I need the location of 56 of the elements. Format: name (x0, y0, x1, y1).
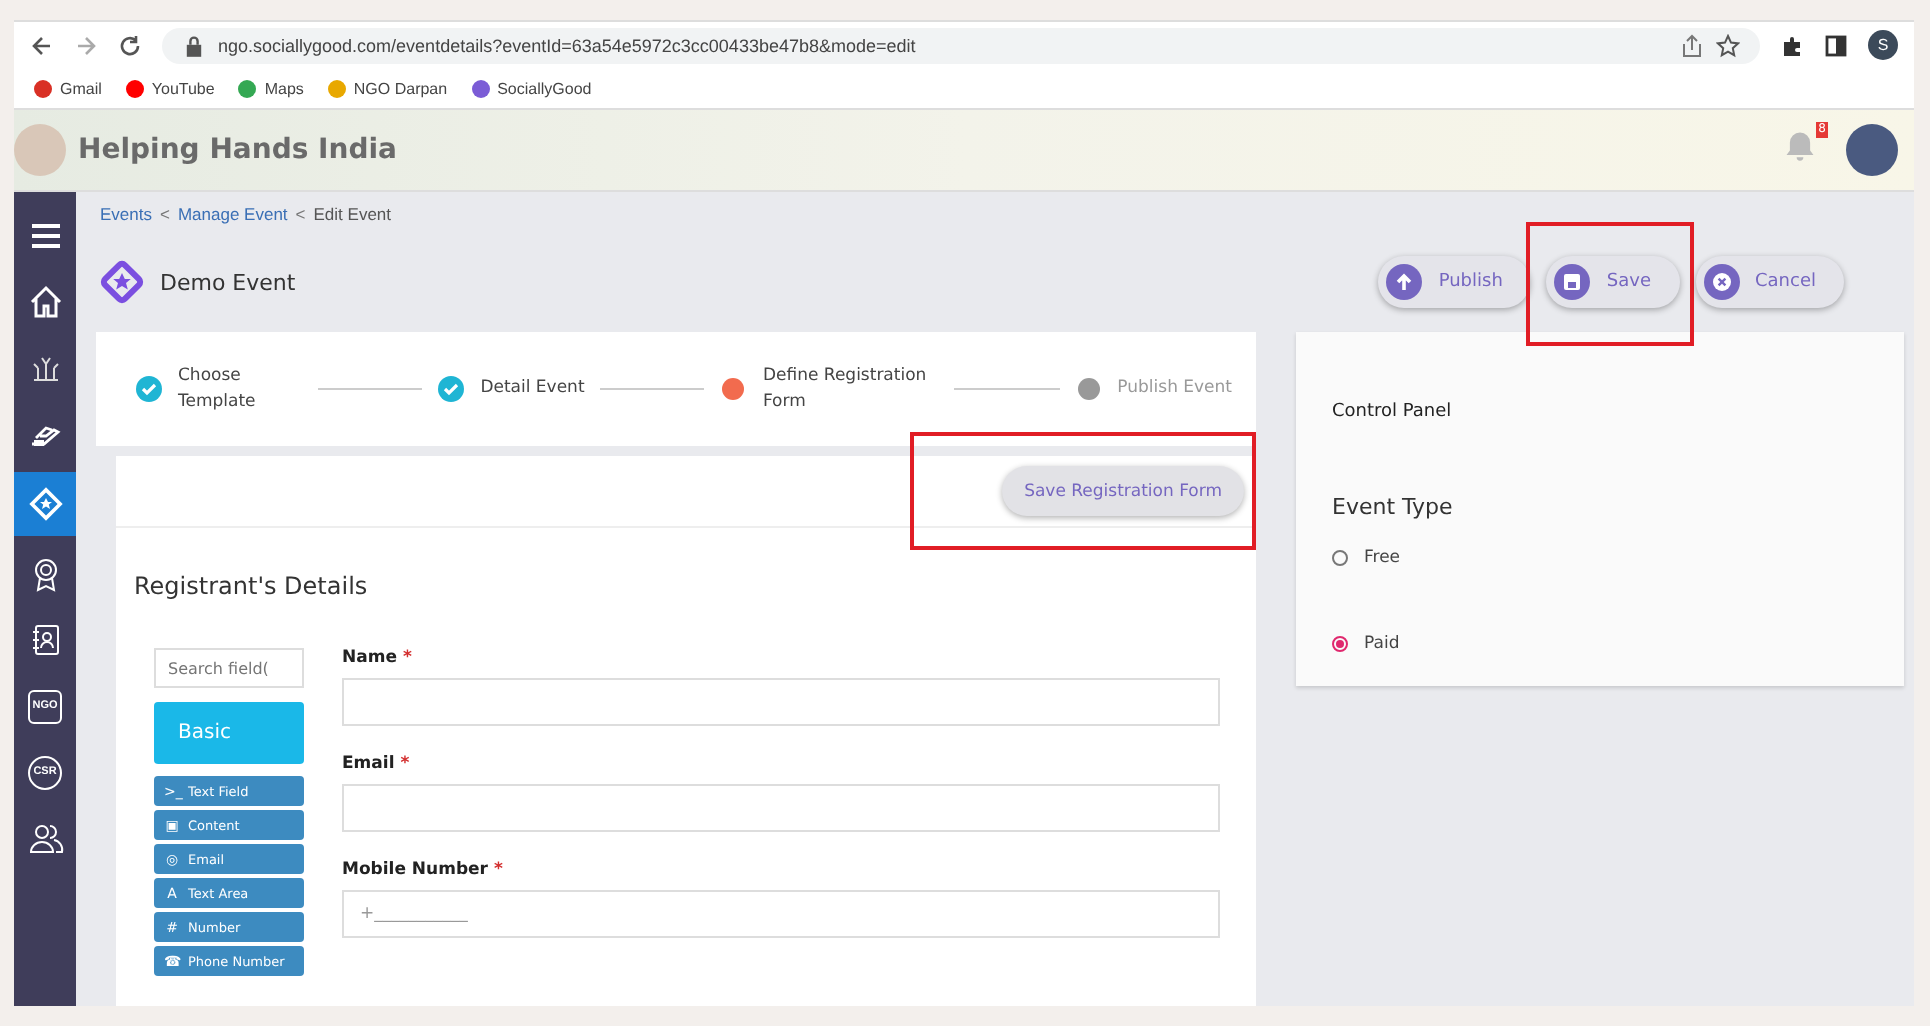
input-field[interactable] (342, 678, 1220, 726)
star-diamond-icon (27, 486, 63, 522)
reload-icon (118, 33, 142, 57)
contact-book-icon (27, 622, 63, 658)
field-label: Name * (342, 648, 414, 668)
lock-icon (182, 33, 206, 57)
breadcrumb-separator: < (295, 204, 306, 224)
step-label: Publish Event (1117, 376, 1233, 402)
bookmark-link[interactable]: Gmail (34, 79, 102, 97)
star-icon (1716, 33, 1740, 57)
section-title: Registrant's Details (134, 572, 370, 600)
step-label: Choose Template (178, 363, 258, 415)
menu-icon (27, 218, 63, 254)
people-icon (27, 820, 63, 856)
puzzle-icon (1780, 33, 1804, 57)
breadcrumb-current: Edit Event (313, 204, 392, 224)
bookmark-link[interactable]: SociallyGood (471, 79, 592, 97)
search-field[interactable]: Search field( (154, 648, 304, 688)
url-text: ngo.sociallygood.com/eventdetails?eventId=63a54e5972c3cc00433be47b8&mode=edit (218, 35, 916, 55)
save-registration-form-button[interactable]: Save Registration Form (1002, 466, 1244, 517)
panel-title: Control Panel (1332, 402, 1454, 422)
radio-option[interactable]: Free (1332, 548, 1401, 568)
breadcrumb-link[interactable]: Manage Event (177, 204, 288, 224)
home-icon (27, 284, 63, 320)
input-field[interactable]: +___________ (342, 890, 1220, 938)
breadcrumb-link[interactable]: Events (100, 204, 152, 224)
event-type-heading: Event Type (1332, 494, 1455, 520)
forward-arrow-icon (74, 33, 98, 57)
close-icon (1703, 264, 1739, 300)
event-title: Demo Event (160, 269, 298, 295)
save-button[interactable]: Save (1546, 256, 1679, 308)
field-label: Email * (342, 754, 412, 774)
breadcrumb-separator: < (160, 204, 170, 224)
bookmark-link[interactable]: Maps (238, 79, 304, 97)
input-field[interactable] (342, 784, 1220, 832)
logo-photo-placeholder (14, 124, 66, 176)
radio-option[interactable]: Paid (1332, 634, 1400, 654)
step-label: Detail Event (480, 376, 585, 402)
category-header[interactable]: Basic (154, 702, 304, 764)
floppy-disk-icon (1554, 264, 1591, 300)
side-panel-icon (1824, 33, 1848, 57)
profile-button[interactable]: S (1868, 30, 1898, 60)
field-label: Mobile Number * (342, 860, 505, 880)
bell-icon (1782, 128, 1818, 164)
organization-name: Helping Hands India (78, 134, 399, 166)
star-diamond-icon (96, 256, 148, 308)
address-bar[interactable]: ngo.sociallygood.com/eventdetails?eventId=63a54e5972c3cc00433be47b8&mode=edit (162, 27, 1760, 63)
upload-icon (1386, 264, 1423, 300)
step-label: Define Registration Form (762, 363, 929, 415)
bookmark-link[interactable]: NGO Darpan (327, 79, 448, 97)
user-avatar[interactable] (1846, 124, 1898, 176)
back-arrow-icon (30, 33, 54, 57)
bookmark-link[interactable]: YouTube (125, 79, 215, 97)
cancel-button[interactable]: Cancel (1695, 256, 1844, 308)
publish-button[interactable]: Publish (1378, 256, 1531, 308)
share-icon (1680, 33, 1704, 57)
